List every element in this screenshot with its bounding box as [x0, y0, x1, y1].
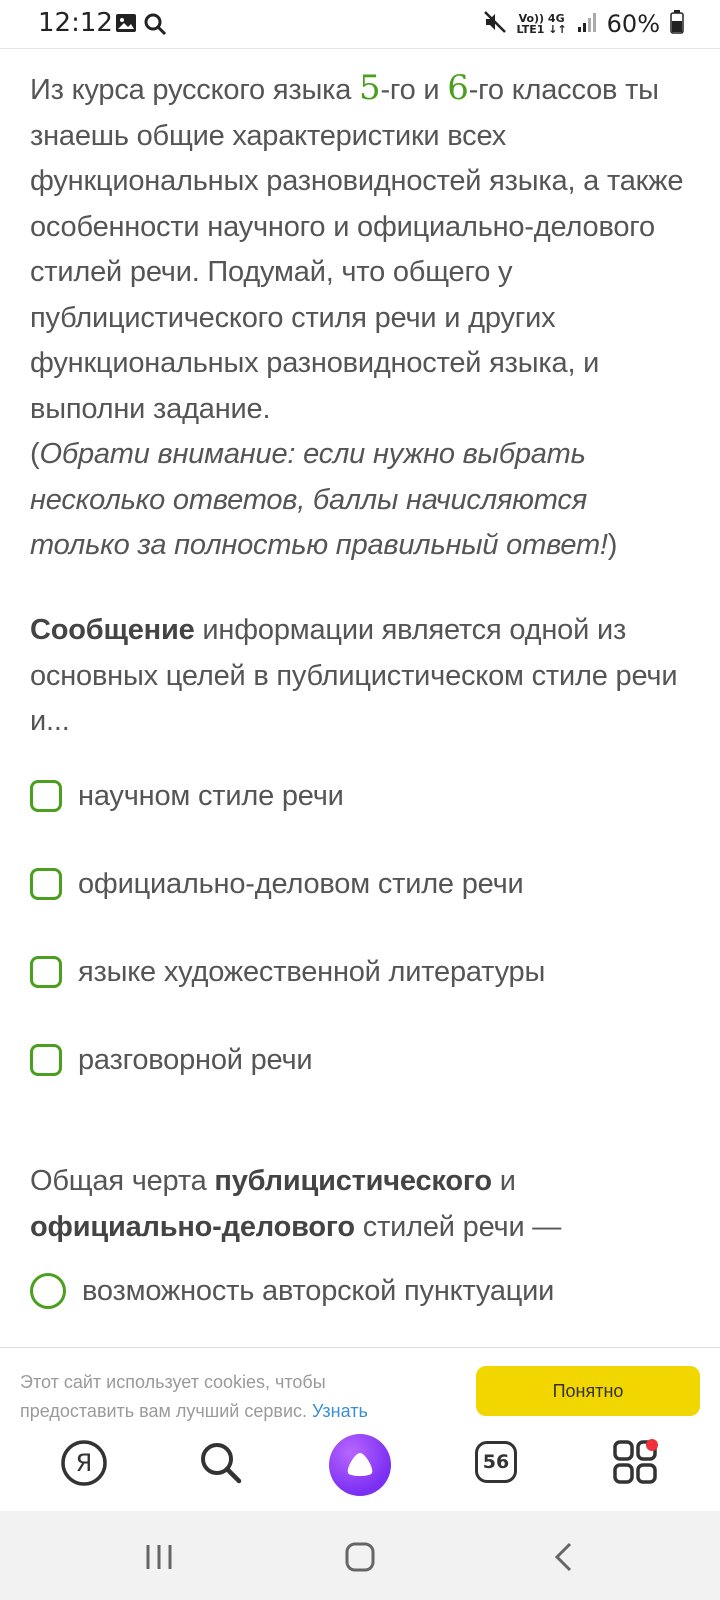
option-label: научном стиле речи [78, 779, 344, 812]
gallery-icon [115, 12, 137, 39]
signal-icon [577, 11, 597, 38]
option-label: возможность авторской пунктуации [82, 1274, 555, 1307]
back-icon[interactable] [548, 1541, 580, 1578]
question-2-bold-2: официально-делового [30, 1210, 355, 1243]
status-time: 12:12 [38, 8, 113, 38]
checkbox[interactable] [30, 956, 62, 988]
search-icon[interactable] [197, 1439, 245, 1492]
q1-option-4[interactable]: разговорной речи [30, 1038, 670, 1082]
svg-text:Я: Я [76, 1449, 93, 1477]
option-label: языке художественной литературы [78, 955, 546, 988]
intro-text-1: Из курса русского языка [30, 74, 359, 106]
cookie-accept-button[interactable]: Понятно [476, 1366, 700, 1416]
grade-number-6: 6 [447, 68, 469, 108]
intro-text-2: -го и [380, 74, 448, 106]
checkbox[interactable] [30, 1044, 62, 1076]
scoring-note: Обрати внимание: если нужно выбрать неск… [30, 438, 608, 561]
yandex-home-icon[interactable]: Я [60, 1439, 108, 1492]
services-grid-icon[interactable] [612, 1439, 660, 1492]
grade-number-5: 5 [359, 68, 381, 108]
question-2-text-1: Общая черта [30, 1165, 215, 1197]
browser-bottom-bar: Я 56 [0, 1421, 720, 1511]
q1-option-2[interactable]: официально-деловом стиле речи [30, 862, 670, 906]
intro-text-3: -го классов ты знаешь общие характеристи… [30, 74, 684, 425]
network-bottom-label: LTE1 ↓↑ [516, 23, 567, 36]
option-label: официально-деловом стиле речи [78, 867, 524, 900]
checkbox[interactable] [30, 868, 62, 900]
network-indicator: Vo)) 4G LTE1 ↓↑ [517, 13, 567, 35]
question-2-text-3: стилей речи — [354, 1210, 562, 1243]
question-1-bold: Сообщение [30, 614, 195, 646]
cookie-learn-more-link[interactable]: Узнать [312, 1401, 368, 1421]
checkbox[interactable] [30, 780, 62, 812]
alice-assistant-button[interactable] [329, 1434, 391, 1496]
cookie-text: Этот сайт использует cookies, чтобы пред… [20, 1368, 440, 1422]
task-intro: Из курса русского языка 5-го и 6-го клас… [30, 66, 690, 569]
cookie-banner: Этот сайт использует cookies, чтобы пред… [0, 1347, 720, 1422]
note-paren-close: ) [607, 529, 618, 561]
question-2-bold-1: публицистического [214, 1165, 492, 1197]
search-status-icon [143, 12, 167, 41]
radio-button[interactable] [30, 1273, 66, 1309]
recent-apps-icon[interactable] [143, 1541, 175, 1578]
battery-percent: 60% [606, 10, 660, 38]
home-icon[interactable] [344, 1541, 376, 1578]
question-2-text-2: и [491, 1165, 516, 1197]
q2-option-1[interactable]: возможность авторской пунктуации [30, 1269, 670, 1313]
intro-paragraph: Из курса русского языка 5-го и 6-го клас… [30, 66, 690, 569]
battery-icon [670, 9, 684, 39]
option-label: разговорной речи [78, 1043, 313, 1076]
status-bar: 12:12 Vo)) 4G LTE1 ↓↑ 60% [0, 0, 720, 49]
tabs-count-button[interactable]: 56 [475, 1441, 517, 1483]
cookie-message: Этот сайт использует cookies, чтобы пред… [20, 1372, 326, 1421]
q1-option-1[interactable]: научном стиле речи [30, 774, 670, 818]
alice-icon [347, 1453, 373, 1476]
q1-option-3[interactable]: языке художественной литературы [30, 950, 670, 994]
question-1: Сообщение информации является одной из о… [30, 608, 690, 745]
mute-icon [483, 10, 507, 39]
system-navigation-bar [0, 1511, 720, 1600]
question-2: Общая черта публицистического и официаль… [30, 1159, 690, 1250]
